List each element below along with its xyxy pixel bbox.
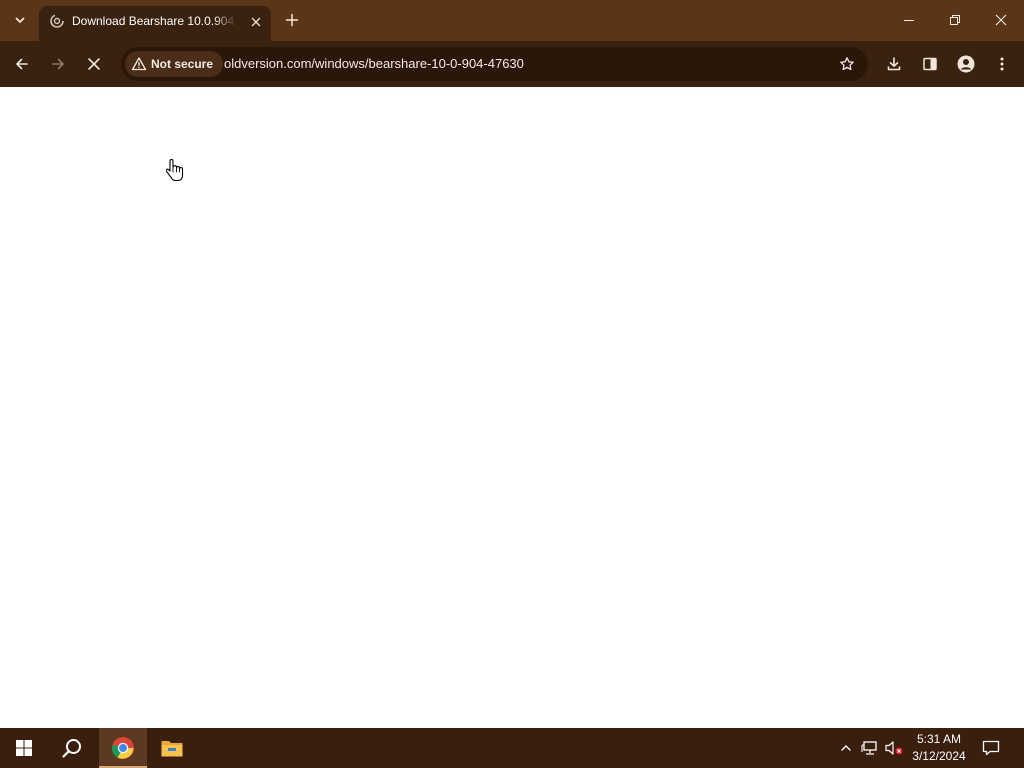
url-text[interactable]: oldversion.com/windows/bearshare-10-0-90…	[224, 56, 524, 71]
tab-close-button[interactable]	[246, 12, 266, 32]
warning-triangle-icon	[131, 57, 147, 71]
arrow-left-icon	[16, 58, 28, 70]
clock-time: 5:31 AM	[916, 732, 962, 746]
folder-icon	[161, 741, 183, 757]
tab-search-button[interactable]	[8, 8, 32, 32]
windows-logo-icon	[16, 740, 32, 756]
network-ethernet-icon	[861, 741, 877, 755]
action-center-button[interactable]	[978, 736, 1004, 760]
minimize-button[interactable]	[886, 0, 932, 40]
star-icon	[840, 57, 854, 71]
side-panel-icon	[923, 57, 937, 71]
side-panel-button[interactable]	[916, 50, 944, 78]
taskbar-search-button[interactable]	[48, 728, 96, 768]
volume-button[interactable]	[884, 738, 904, 758]
forward-button[interactable]	[43, 49, 73, 79]
address-bar[interactable]: Not secure oldversion.com/windows/bearsh…	[121, 47, 868, 81]
browser-tab-active[interactable]: Download Bearshare 10.0.904.47630	[39, 6, 271, 41]
taskbar-chrome-button[interactable]	[99, 728, 147, 768]
stop-loading-button[interactable]	[79, 49, 109, 79]
taskbar-file-explorer-button[interactable]	[148, 728, 196, 768]
show-hidden-icons-button[interactable]	[836, 738, 856, 758]
close-icon	[995, 14, 1007, 26]
restore-icon	[950, 15, 960, 25]
notification-icon	[982, 740, 1000, 756]
restore-button[interactable]	[932, 0, 978, 40]
network-status-button[interactable]	[860, 738, 880, 758]
hand-pointer-cursor-icon	[166, 158, 184, 182]
plus-icon	[285, 13, 299, 27]
tab-title: Download Bearshare 10.0.904.47630	[72, 14, 237, 28]
more-vertical-icon	[1000, 57, 1004, 71]
browser-toolbar: Not secure oldversion.com/windows/bearsh…	[0, 41, 1024, 87]
security-label: Not secure	[151, 57, 214, 71]
chevron-up-icon	[841, 745, 851, 751]
close-icon	[88, 58, 100, 70]
search-icon	[62, 739, 81, 758]
close-icon	[251, 17, 261, 27]
browser-menu-button[interactable]	[988, 50, 1016, 78]
clock-date: 3/12/2024	[912, 749, 966, 763]
download-icon	[887, 57, 901, 71]
taskbar: 5:31 AM 3/12/2024	[0, 728, 1024, 768]
browser-titlebar: Download Bearshare 10.0.904.47630	[0, 0, 1024, 41]
start-button[interactable]	[0, 728, 48, 768]
close-window-button[interactable]	[978, 0, 1024, 40]
site-security-chip[interactable]: Not secure	[125, 51, 224, 77]
avatar-icon	[957, 55, 975, 73]
chevron-down-icon	[15, 17, 25, 23]
downloads-button[interactable]	[880, 50, 908, 78]
new-tab-button[interactable]	[280, 8, 304, 32]
minimize-icon	[904, 20, 914, 21]
arrow-right-icon	[52, 58, 64, 70]
chrome-icon	[112, 737, 134, 759]
system-clock[interactable]: 5:31 AM 3/12/2024	[904, 731, 974, 765]
profile-button[interactable]	[952, 50, 980, 78]
volume-muted-icon	[885, 741, 903, 755]
back-button[interactable]	[7, 49, 37, 79]
bookmark-button[interactable]	[836, 53, 858, 75]
page-viewport[interactable]	[0, 87, 1024, 728]
loading-spinner-icon	[49, 13, 65, 29]
